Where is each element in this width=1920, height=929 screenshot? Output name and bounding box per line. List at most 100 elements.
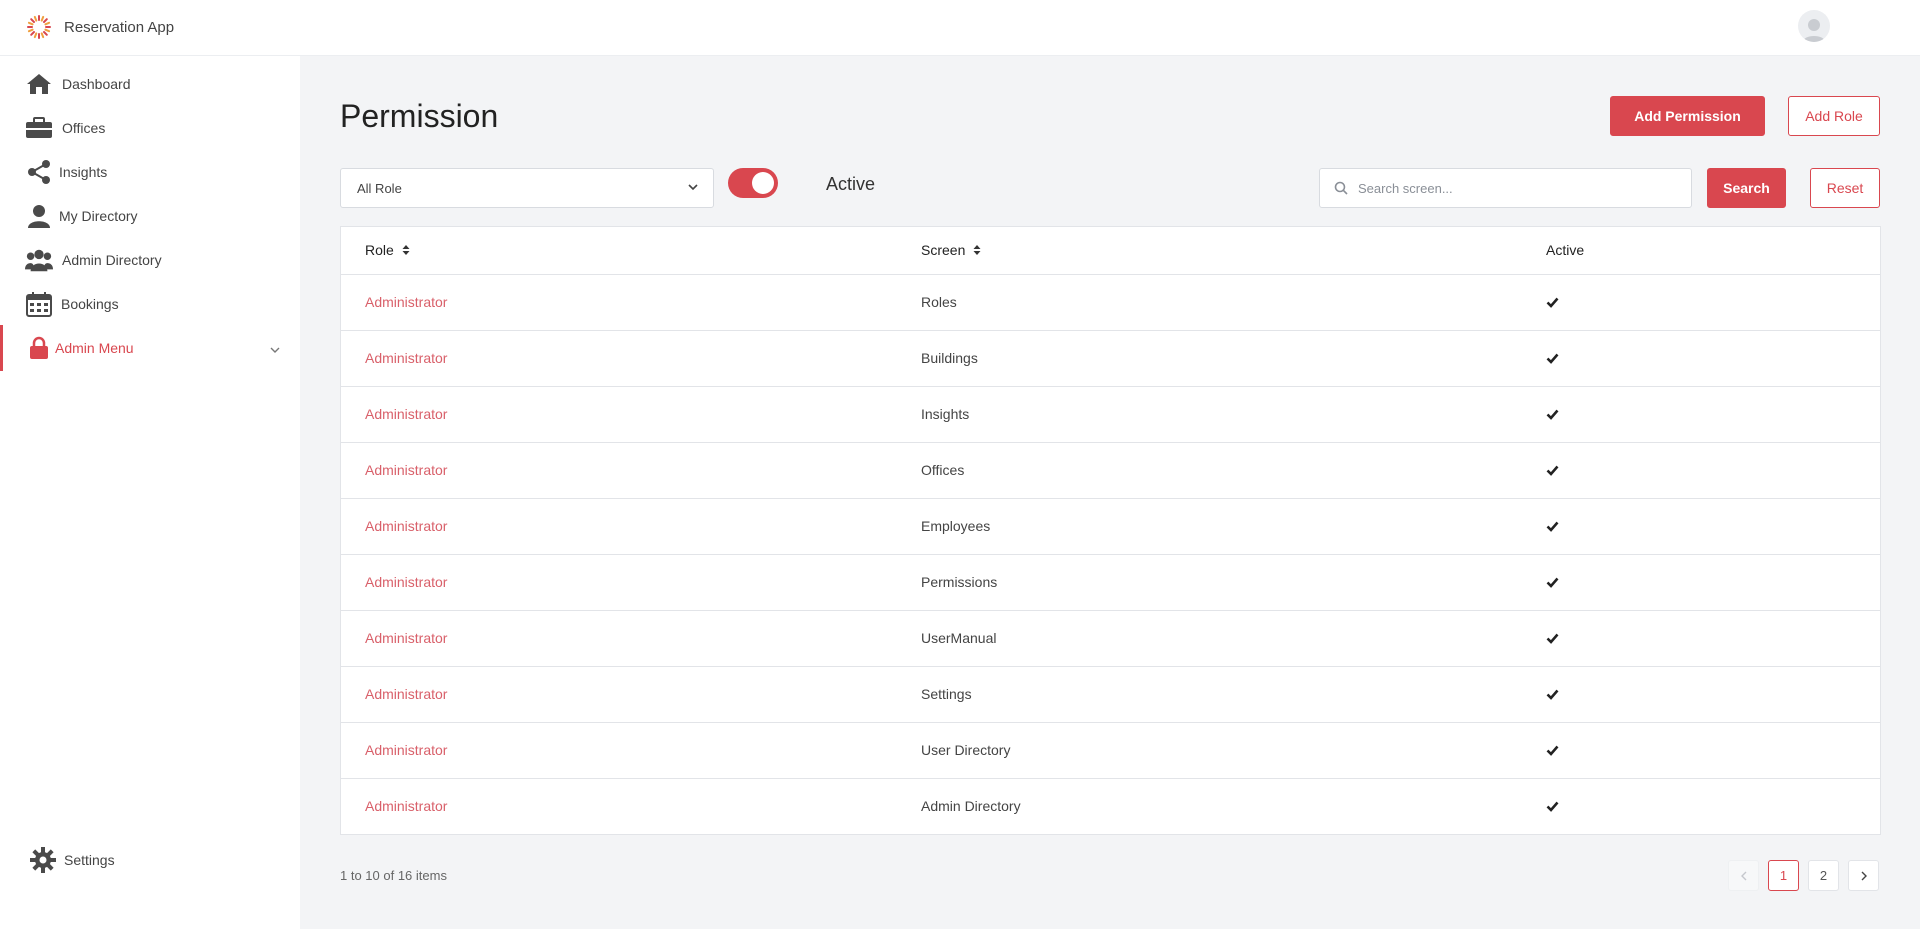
sidebar-item-insights[interactable]: Insights	[0, 153, 300, 191]
next-page-button[interactable]	[1848, 860, 1879, 891]
check-icon	[1546, 687, 1559, 703]
table-row[interactable]: Administrator Permissions	[341, 555, 1880, 611]
chevron-right-icon	[1861, 871, 1867, 880]
screen-cell: Roles	[921, 294, 957, 310]
screen-cell: Insights	[921, 406, 970, 422]
sidebar-item-label: Bookings	[61, 296, 119, 312]
column-header-screen[interactable]: Screen	[921, 242, 981, 258]
page-2-button[interactable]: 2	[1808, 860, 1839, 891]
sidebar-item-label: My Directory	[59, 208, 138, 224]
sidebar-item-label: Dashboard	[62, 76, 131, 92]
page-title: Permission	[340, 98, 499, 134]
calendar-icon	[25, 290, 53, 318]
screen-cell: UserManual	[921, 630, 997, 646]
check-icon	[1546, 519, 1559, 535]
table-row[interactable]: Administrator Roles	[341, 275, 1880, 331]
sort-icon	[402, 245, 410, 255]
chevron-down-icon	[687, 181, 699, 196]
prev-page-button[interactable]	[1728, 860, 1759, 891]
screen-cell: Settings	[921, 686, 972, 702]
sidebar-item-dashboard[interactable]: Dashboard	[0, 65, 300, 103]
table-row[interactable]: Administrator User Directory	[341, 723, 1880, 779]
main-content: Permission Add Permission Add Role All R…	[300, 56, 1920, 929]
search-button[interactable]: Search	[1707, 168, 1786, 208]
check-icon	[1546, 575, 1559, 591]
check-icon	[1546, 463, 1559, 479]
users-icon	[25, 246, 53, 274]
briefcase-icon	[25, 114, 53, 142]
reset-button[interactable]: Reset	[1810, 168, 1880, 208]
table-row[interactable]: Administrator UserManual	[341, 611, 1880, 667]
chevron-down-icon	[270, 341, 280, 357]
table-row[interactable]: Administrator Buildings	[341, 331, 1880, 387]
user-icon	[25, 202, 53, 230]
role-link[interactable]: Administrator	[365, 574, 447, 590]
screen-cell: Offices	[921, 462, 965, 478]
gear-icon	[29, 846, 57, 874]
column-label: Screen	[921, 242, 966, 258]
screen-cell: Buildings	[921, 350, 978, 366]
brand[interactable]: Reservation App	[26, 14, 174, 40]
table-row[interactable]: Administrator Employees	[341, 499, 1880, 555]
role-link[interactable]: Administrator	[365, 798, 447, 814]
check-icon	[1546, 351, 1559, 367]
avatar[interactable]	[1798, 10, 1830, 42]
app-title: Reservation App	[64, 18, 175, 36]
check-icon	[1546, 407, 1559, 423]
search-icon	[1334, 181, 1348, 195]
role-link[interactable]: Administrator	[365, 406, 447, 422]
role-link[interactable]: Administrator	[365, 350, 447, 366]
search-box[interactable]	[1319, 168, 1692, 208]
table-header: Role Screen Active	[341, 227, 1880, 275]
active-toggle-label: Active	[826, 174, 876, 194]
pagination-summary: 1 to 10 of 16 items	[340, 868, 447, 883]
lock-icon	[25, 334, 53, 362]
home-icon	[25, 70, 53, 98]
sidebar-item-offices[interactable]: Offices	[0, 109, 300, 147]
sidebar-item-admin-directory[interactable]: Admin Directory	[0, 241, 300, 279]
sidebar-item-label: Offices	[62, 120, 106, 136]
app-logo-icon	[27, 15, 51, 39]
add-permission-button[interactable]: Add Permission	[1610, 96, 1765, 136]
permissions-table: Role Screen Active Administrator Roles A…	[340, 226, 1881, 835]
sidebar-item-label: Insights	[59, 164, 108, 180]
sidebar-item-admin-menu[interactable]: Admin Menu	[0, 325, 300, 371]
role-link[interactable]: Administrator	[365, 742, 447, 758]
sidebar-item-settings[interactable]: Settings	[0, 841, 300, 879]
chevron-left-icon	[1740, 871, 1746, 880]
sidebar-item-label: Settings	[64, 852, 115, 868]
screen-cell: Employees	[921, 518, 991, 534]
add-role-button[interactable]: Add Role	[1788, 96, 1880, 136]
role-link[interactable]: Administrator	[365, 462, 447, 478]
check-icon	[1546, 799, 1559, 815]
share-icon	[25, 158, 53, 186]
column-header-role[interactable]: Role	[365, 242, 410, 258]
search-input[interactable]	[1358, 180, 1658, 196]
sidebar-nav: Dashboard Offices Insights My Directory …	[0, 56, 300, 929]
screen-cell: Permissions	[921, 574, 998, 590]
table-row[interactable]: Administrator Settings	[341, 667, 1880, 723]
column-label: Role	[365, 242, 394, 258]
active-toggle[interactable]	[728, 168, 778, 198]
user-avatar-icon	[1803, 19, 1825, 42]
role-select[interactable]: All Role	[340, 168, 714, 208]
sort-icon	[973, 245, 981, 255]
role-link[interactable]: Administrator	[365, 518, 447, 534]
role-link[interactable]: Administrator	[365, 630, 447, 646]
top-bar: Reservation App	[0, 0, 1920, 56]
toggle-knob	[752, 172, 774, 194]
table-row[interactable]: Administrator Offices	[341, 443, 1880, 499]
check-icon	[1546, 295, 1559, 311]
page-1-button[interactable]: 1	[1768, 860, 1799, 891]
screen-cell: Admin Directory	[921, 798, 1021, 814]
table-row[interactable]: Administrator Insights	[341, 387, 1880, 443]
sidebar-item-my-directory[interactable]: My Directory	[0, 197, 300, 235]
sidebar-item-bookings[interactable]: Bookings	[0, 285, 300, 323]
table-row[interactable]: Administrator Admin Directory	[341, 779, 1880, 836]
check-icon	[1546, 631, 1559, 647]
role-link[interactable]: Administrator	[365, 686, 447, 702]
check-icon	[1546, 743, 1559, 759]
role-link[interactable]: Administrator	[365, 294, 447, 310]
role-select-value: All Role	[357, 180, 402, 196]
screen-cell: User Directory	[921, 742, 1011, 758]
